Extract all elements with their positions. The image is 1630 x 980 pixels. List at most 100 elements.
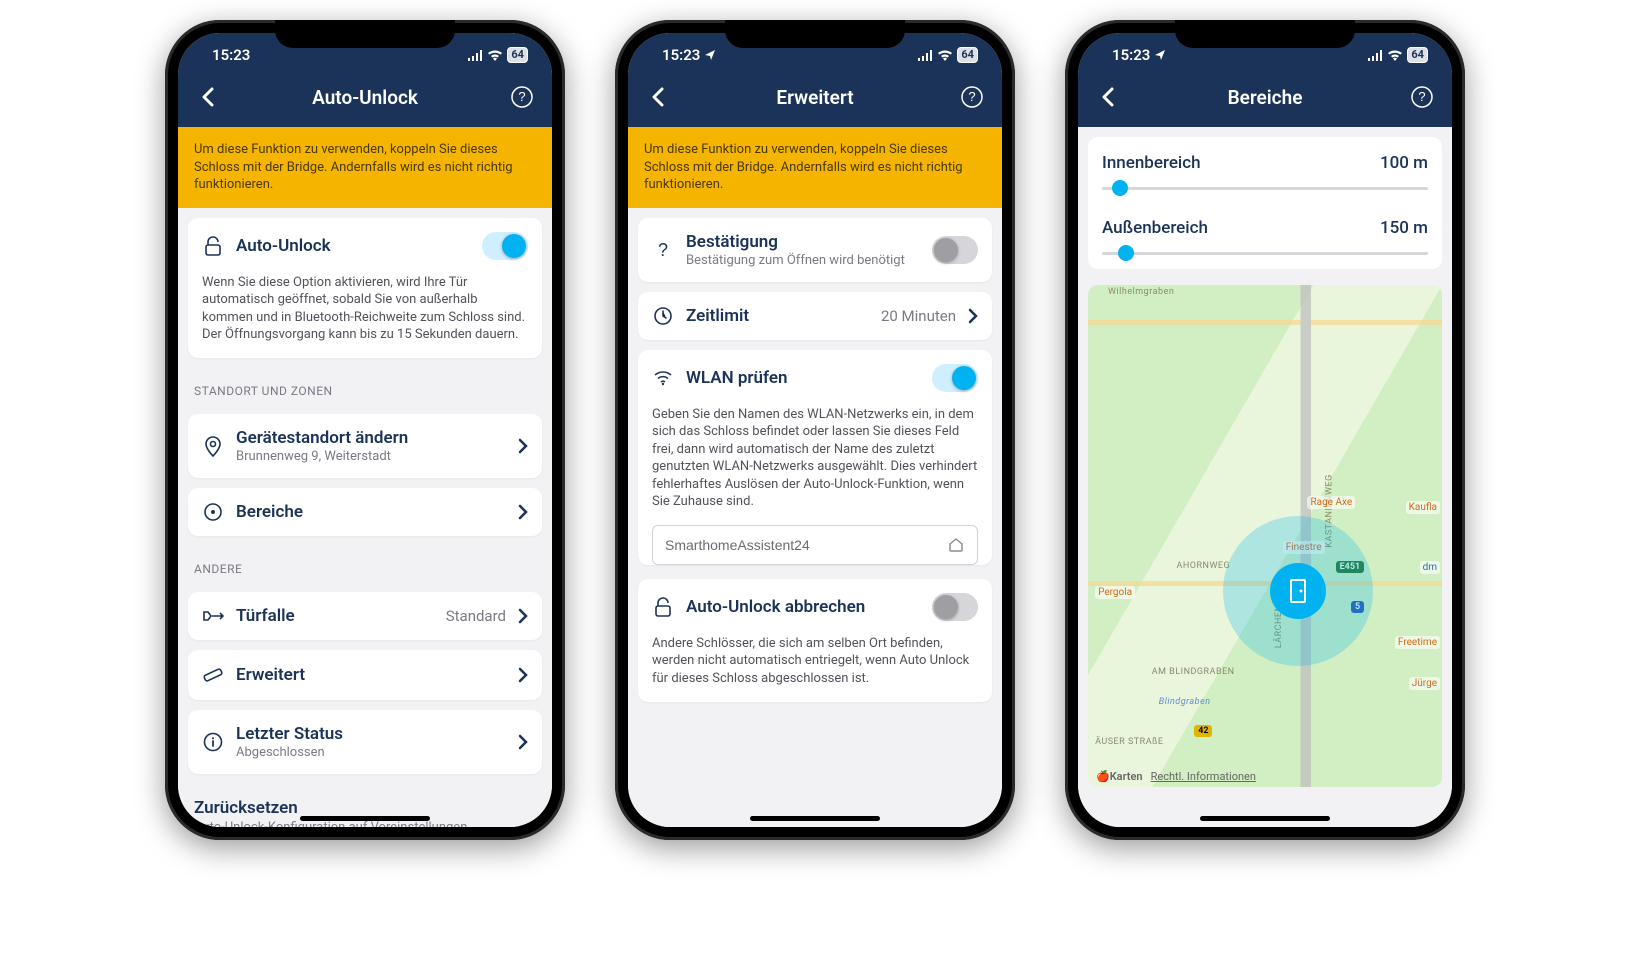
help-button[interactable]: ? <box>508 83 536 111</box>
device-location-row[interactable]: Gerätestandort ändern Brunnenweg 9, Weit… <box>188 414 542 478</box>
auto-unlock-description: Wenn Sie diese Option aktivieren, wird I… <box>188 274 542 358</box>
notch <box>725 20 905 48</box>
clock-icon <box>652 306 674 326</box>
svg-text:?: ? <box>518 89 525 104</box>
section-other-header: ANDERE <box>178 546 552 582</box>
inner-range-slider[interactable] <box>1102 187 1428 190</box>
home-indicator[interactable] <box>1200 816 1330 821</box>
outer-range-slider[interactable] <box>1102 252 1428 255</box>
auto-unlock-card: Auto-Unlock Wenn Sie diese Option aktivi… <box>188 218 542 358</box>
sliders-card: Innenbereich 100 m Außenbereich 150 m <box>1088 137 1442 269</box>
wifi-icon <box>652 370 674 386</box>
timelimit-row[interactable]: Zeitlimit 20 Minuten <box>638 292 992 340</box>
page-title: Erweitert <box>672 86 958 109</box>
confirm-toggle[interactable] <box>932 236 978 264</box>
battery-indicator: 64 <box>1407 47 1428 63</box>
advanced-label: Erweitert <box>236 665 506 685</box>
cancel-label: Auto-Unlock abbrechen <box>686 597 920 617</box>
content-scroll[interactable]: Um diese Funktion zu verwenden, koppeln … <box>178 127 552 827</box>
wifi-name-input[interactable] <box>665 537 939 553</box>
map-legal-link[interactable]: Rechtl. Informationen <box>1151 770 1256 783</box>
wifi-icon <box>487 49 503 61</box>
nav-header: Erweitert ? <box>628 77 1002 127</box>
signal-icon <box>1367 50 1383 61</box>
chevron-left-icon <box>651 87 665 107</box>
map-street-label: AHORNWEG <box>1177 561 1231 571</box>
chevron-right-icon <box>518 608 528 624</box>
status-time: 15:23 <box>212 46 250 64</box>
back-button[interactable] <box>194 83 222 111</box>
phone-frame-3: 15:23 64 Bereiche ? Innenbereich <box>1065 20 1465 840</box>
confirm-sub: Bestätigung zum Öffnen wird benötigt <box>686 253 920 268</box>
chevron-right-icon <box>518 667 528 683</box>
cancel-toggle-row[interactable]: Auto-Unlock abbrechen <box>638 579 992 635</box>
bridge-warning: Um diese Funktion zu verwenden, koppeln … <box>178 127 552 208</box>
status-indicators: 64 <box>1367 47 1428 63</box>
phone-frame-2: 15:23 64 Erweitert ? Um diese Funktion z… <box>615 20 1015 840</box>
wifi-icon <box>937 49 953 61</box>
status-time: 15:23 <box>662 46 716 64</box>
location-arrow-icon <box>704 49 716 61</box>
help-icon: ? <box>511 86 533 108</box>
status-time: 15:23 <box>1112 46 1166 64</box>
latch-row[interactable]: Türfalle Standard <box>188 592 542 640</box>
wifi-toggle-row[interactable]: WLAN prüfen <box>638 350 992 406</box>
pin-icon <box>202 435 224 457</box>
chevron-left-icon <box>1101 87 1115 107</box>
home-indicator[interactable] <box>300 816 430 821</box>
unlock-icon <box>652 596 674 618</box>
ruler-icon <box>202 664 224 686</box>
wifi-toggle[interactable] <box>932 364 978 392</box>
map-poi: Freetime <box>1395 636 1440 649</box>
location-arrow-icon <box>1154 49 1166 61</box>
cancel-toggle[interactable] <box>932 593 978 621</box>
wifi-card: WLAN prüfen Geben Sie den Namen des WLAN… <box>638 350 992 565</box>
chevron-right-icon <box>518 438 528 454</box>
notch <box>1175 20 1355 48</box>
timelimit-label: Zeitlimit <box>686 306 869 326</box>
confirm-row[interactable]: ? Bestätigung Bestätigung zum Öffnen wir… <box>638 218 992 282</box>
back-button[interactable] <box>644 83 672 111</box>
help-icon: ? <box>961 86 983 108</box>
wifi-name-input-wrap[interactable] <box>652 525 978 565</box>
svg-text:?: ? <box>1418 89 1425 104</box>
slider-thumb[interactable] <box>1118 245 1134 261</box>
map-view[interactable]: Wilhelmgraben AHORNWEG KASTANIENWEG LÄRC… <box>1088 285 1442 787</box>
nav-header: Auto-Unlock ? <box>178 77 552 127</box>
content-scroll[interactable]: Innenbereich 100 m Außenbereich 150 m <box>1078 127 1452 827</box>
help-button[interactable]: ? <box>958 83 986 111</box>
screen-auto-unlock: 15:23 64 Auto-Unlock ? Um diese Funktion… <box>178 33 552 827</box>
advanced-row[interactable]: Erweitert <box>188 650 542 700</box>
chevron-right-icon <box>518 734 528 750</box>
map-poi: Rage Axe <box>1307 496 1355 509</box>
bridge-warning: Um diese Funktion zu verwenden, koppeln … <box>628 127 1002 208</box>
last-status-row[interactable]: Letzter Status Abgeschlossen <box>188 710 542 774</box>
map-poi: Pergola <box>1095 586 1135 599</box>
back-button[interactable] <box>1094 83 1122 111</box>
outer-range-value: 150 m <box>1380 218 1428 238</box>
notch <box>275 20 455 48</box>
device-location-label: Gerätestandort ändern <box>236 428 506 448</box>
geofence-circle <box>1223 516 1373 666</box>
help-icon: ? <box>1411 86 1433 108</box>
auto-unlock-toggle-row[interactable]: Auto-Unlock <box>188 218 542 274</box>
slider-thumb[interactable] <box>1112 180 1128 196</box>
map-street-label: Blindgraben <box>1159 697 1211 707</box>
home-indicator[interactable] <box>750 816 880 821</box>
map-poi: dm <box>1420 561 1440 574</box>
nav-header: Bereiche ? <box>1078 77 1452 127</box>
target-icon <box>202 502 224 522</box>
auto-unlock-toggle[interactable] <box>482 232 528 260</box>
outer-range-row: Außenbereich 150 m <box>1102 208 1428 255</box>
help-button[interactable]: ? <box>1408 83 1436 111</box>
areas-row[interactable]: Bereiche <box>188 488 542 536</box>
lock-location-pin <box>1270 563 1326 619</box>
content-scroll[interactable]: Um diese Funktion zu verwenden, koppeln … <box>628 127 1002 827</box>
cancel-card: Auto-Unlock abbrechen Andere Schlösser, … <box>638 579 992 702</box>
map-route-badge: 42 <box>1194 725 1212 737</box>
map-poi: Kaufla <box>1406 501 1440 514</box>
cancel-description: Andere Schlösser, die sich am selben Ort… <box>638 635 992 702</box>
status-indicators: 64 <box>467 47 528 63</box>
timelimit-value: 20 Minuten <box>881 307 956 325</box>
svg-text:?: ? <box>658 240 668 260</box>
